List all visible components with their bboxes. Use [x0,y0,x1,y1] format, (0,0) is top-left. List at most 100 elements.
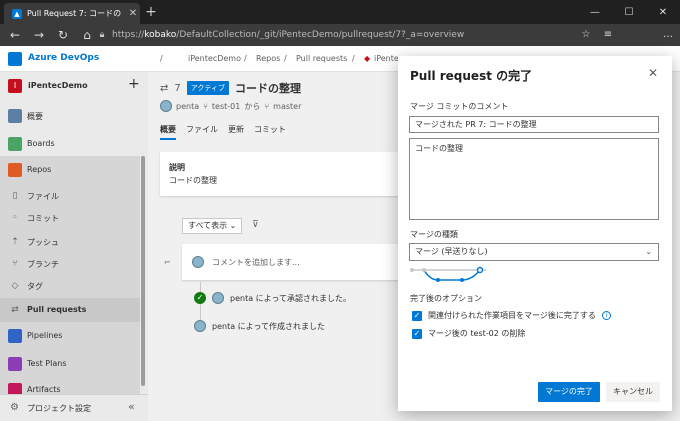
description-card: 説明 コードの整理 [160,152,410,196]
option-delete-branch[interactable]: ✓ マージ後の test-02 の削除 [412,328,525,339]
checkbox-checked-icon[interactable]: ✓ [412,328,422,339]
sidebar-item-pipelines[interactable]: Pipelines [0,324,148,348]
refresh-icon[interactable]: ↻ [54,27,72,43]
author-name[interactable]: penta [176,102,199,111]
options-label: 完了後のオプション [410,294,482,303]
pr-title-row: ⇄ 7 アクティブ コードの整理 [160,80,301,96]
project-settings-link[interactable]: プロジェクト設定 [27,403,91,414]
user-avatar [212,292,224,304]
checkbox-checked-icon[interactable]: ✓ [412,310,422,321]
maximize-icon[interactable]: ☐ [612,0,646,24]
more-icon[interactable]: … [660,27,676,43]
merge-type-label: マージの種類 [410,230,458,239]
tab-commits[interactable]: コミット [254,124,286,140]
branch-icon: ⑂ [203,101,208,111]
option-label: マージ後の test-02 の削除 [428,329,526,338]
project-name[interactable]: iPentecDemo [28,81,88,90]
source-branch[interactable]: test-01 [212,102,240,111]
breadcrumb-separator: / [352,54,355,63]
gear-icon: ⚙ [10,402,19,413]
close-icon[interactable]: ✕ [645,65,661,81]
breadcrumb-repos[interactable]: Repos [256,54,280,63]
add-comment-box[interactable]: コメントを追加します... [182,244,410,280]
filter-icon[interactable]: ⊽ [252,220,259,230]
azure-devops-logo-icon[interactable] [8,52,22,66]
test-plans-icon [8,357,22,371]
home-icon[interactable]: ⌂ [78,27,96,43]
add-icon[interactable]: + [128,76,140,92]
address-bar: ← → ↻ ⌂ 🔒︎ https://kobako/DefaultCollect… [0,24,680,65]
breadcrumb-repo[interactable]: iPente [374,54,399,63]
new-tab-icon[interactable]: + [144,4,158,20]
project-header: I iPentecDemo + [0,72,148,100]
target-branch[interactable]: master [273,102,301,111]
window-close-icon[interactable]: ✕ [646,0,680,24]
filter-dropdown[interactable]: すべて表示 ⌄ [182,218,242,234]
collapse-sidebar-icon[interactable]: « [128,400,135,413]
forward-icon[interactable]: → [30,27,48,43]
from-text: から [244,101,261,111]
sidebar: I iPentecDemo + 概要 Boards Repos ▯ ファイル ◦… [0,72,148,421]
url-path: /DefaultCollection/_git/iPentecDemo/pull… [176,30,465,40]
sidebar-item-label: 概要 [27,112,43,121]
tab-updates[interactable]: 更新 [228,124,244,140]
sidebar-item-artifacts[interactable]: Artifacts [0,378,148,394]
minimize-icon[interactable]: — [578,0,612,24]
sidebar-item-tags[interactable]: ◇ タグ [0,274,148,298]
brand-name[interactable]: Azure DevOps [28,53,99,63]
sidebar-item-test-plans[interactable]: Test Plans [0,352,148,376]
chevron-down-icon: ⌄ [229,221,237,230]
user-avatar [192,256,204,268]
breadcrumb-separator: / [160,54,163,63]
description-text: コードの整理 [169,176,217,185]
browser-tab-title: Pull Request 7: コードの整理 [27,9,121,18]
close-tab-icon[interactable]: ✕ [126,8,140,19]
option-complete-work-items[interactable]: ✓ 関連付けられた作業項目をマージ後に完了する i [412,310,611,321]
breadcrumb-pull-requests[interactable]: Pull requests [296,54,347,63]
sidebar-item-label: Boards [27,139,55,148]
collections-icon[interactable] [612,27,628,43]
timeline-text: penta によって承認されました。 [230,293,352,303]
sidebar-scrollbar[interactable] [141,156,145,386]
repos-icon [8,163,22,177]
merge-type-select[interactable]: マージ (早送りなし) ⌄ [409,243,659,261]
lock-icon: 🔒︎ [99,30,105,40]
author-avatar [160,100,172,112]
repo-icon: ◆ [364,54,371,63]
approved-check-icon: ✓ [194,292,206,304]
project-badge: I [8,79,22,93]
browser-tab[interactable]: ▲ Pull Request 7: コードの整理 ✕ [4,3,140,24]
tab-overview[interactable]: 概要 [160,124,176,140]
info-icon[interactable]: i [601,311,611,320]
sidebar-item-label: タグ [27,282,43,291]
sidebar-item-branches[interactable]: ⑂ ブランチ [0,252,148,276]
merge-type-value: マージ (早送りなし) [415,247,488,256]
pipelines-icon [8,329,22,343]
sidebar-item-pushes[interactable]: ⇡ プッシュ [0,230,148,254]
tab-files[interactable]: ファイル [186,124,218,140]
tag-icon: ◇ [11,281,19,291]
complete-merge-button[interactable]: マージの完了 [538,382,600,402]
timeline-item: ✓ penta によって承認されました。 [194,292,351,304]
url-host: kobako [144,30,177,40]
sidebar-item-boards[interactable]: Boards [0,132,148,156]
favorite-star-icon[interactable]: ☆ [578,27,594,43]
file-icon: ▯ [12,191,18,201]
sidebar-item-overview[interactable]: 概要 [0,104,148,128]
commit-comment-input[interactable]: マージされた PR 7: コードの整理 [409,116,659,133]
sidebar-item-commits[interactable]: ◦ コミット [0,206,148,230]
cancel-button[interactable]: キャンセル [606,382,660,402]
sidebar-item-label: ブランチ [27,260,59,269]
sidebar-item-repos[interactable]: Repos [0,158,148,182]
sidebar-item-pull-requests[interactable]: ⇄ Pull requests [0,298,140,322]
commit-body-textarea[interactable]: コードの整理 [409,138,659,220]
pull-request-icon: ⇄ [160,82,169,94]
push-icon: ⇡ [11,237,19,247]
complete-pr-dialog: Pull request の完了 ✕ マージ コミットのコメント マージされた … [398,56,672,411]
merge-graph-icon [410,266,486,282]
status-badge: アクティブ [186,81,229,95]
sidebar-item-files[interactable]: ▯ ファイル [0,184,148,208]
back-icon[interactable]: ← [6,27,24,43]
url-field[interactable]: https://kobako/DefaultCollection/_git/iP… [112,27,464,43]
breadcrumb-project[interactable]: iPentecDemo [188,54,241,63]
